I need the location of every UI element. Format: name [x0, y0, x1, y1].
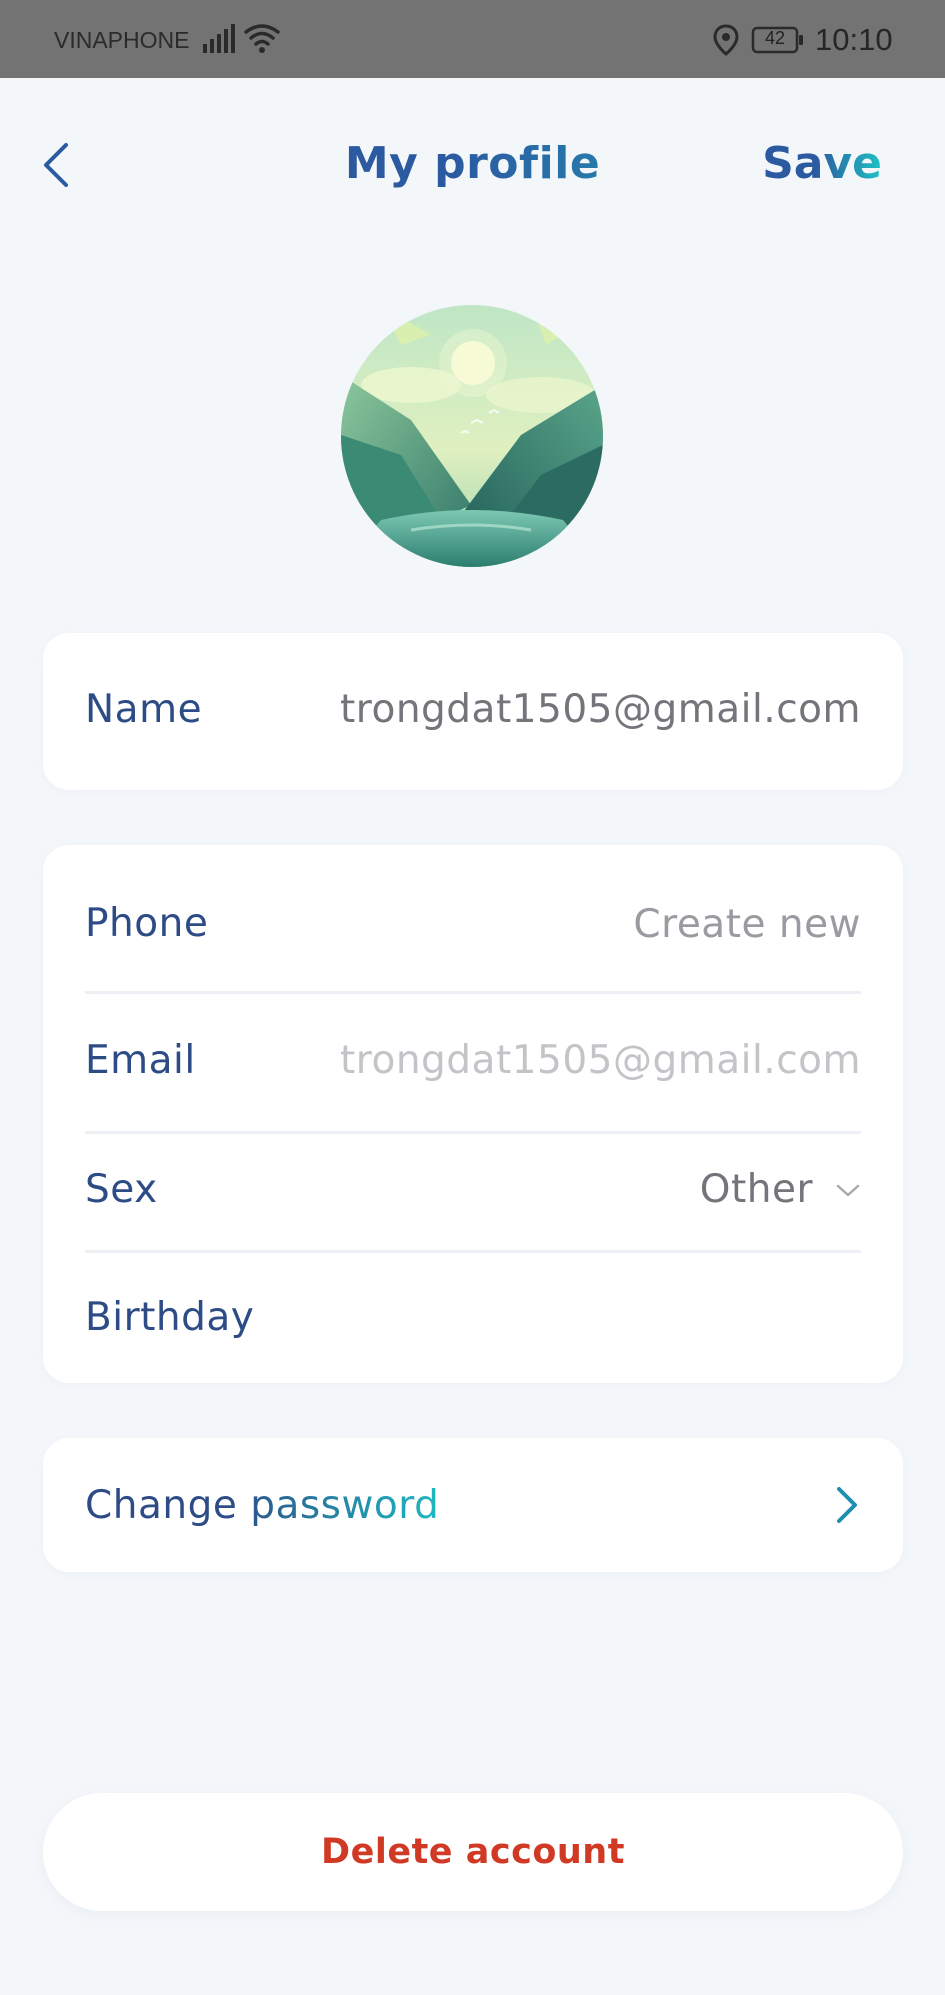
email-value: trongdat1505@gmail.com: [339, 1038, 861, 1083]
birthday-row[interactable]: Birthday: [85, 1253, 861, 1383]
name-value[interactable]: trongdat1505@gmail.com: [340, 687, 861, 732]
name-row[interactable]: Name trongdat1505@gmail.com: [85, 633, 861, 790]
phone-label: Phone: [85, 901, 209, 946]
chevron-right-icon: [837, 1487, 857, 1523]
chevron-down-icon[interactable]: [835, 1182, 861, 1200]
name-label: Name: [85, 687, 203, 732]
sex-label: Sex: [85, 1167, 158, 1212]
carrier-name: VINAPHONE: [54, 27, 190, 53]
location-icon: [713, 24, 739, 56]
wifi-icon: [244, 24, 280, 53]
birthday-label: Birthday: [85, 1295, 255, 1340]
phone-value[interactable]: Create new: [633, 902, 861, 947]
change-password-label: Change password: [85, 1483, 440, 1528]
signal-icon: [203, 24, 235, 53]
name-card: Name trongdat1505@gmail.com: [43, 633, 903, 790]
email-label: Email: [85, 1038, 196, 1083]
phone-row[interactable]: Phone Create new: [85, 845, 861, 993]
email-row[interactable]: Email trongdat1505@gmail.com: [85, 994, 861, 1127]
status-bar: VINAPHONE 42 10:10: [0, 0, 945, 78]
delete-account-button[interactable]: Delete account: [43, 1793, 903, 1911]
avatar[interactable]: [341, 305, 603, 567]
avatar-image: [341, 305, 603, 567]
save-button[interactable]: Save: [762, 138, 882, 189]
change-password-card[interactable]: Change password: [43, 1438, 903, 1572]
app-header: My profile Save: [0, 78, 945, 253]
battery-level: 42: [764, 28, 786, 48]
sex-row[interactable]: Sex Other: [85, 1134, 861, 1248]
details-card: Phone Create new Email trongdat1505@gmai…: [43, 845, 903, 1383]
status-time: 10:10: [815, 22, 893, 57]
sex-value[interactable]: Other: [700, 1167, 813, 1212]
change-password-row[interactable]: Change password: [85, 1438, 861, 1572]
